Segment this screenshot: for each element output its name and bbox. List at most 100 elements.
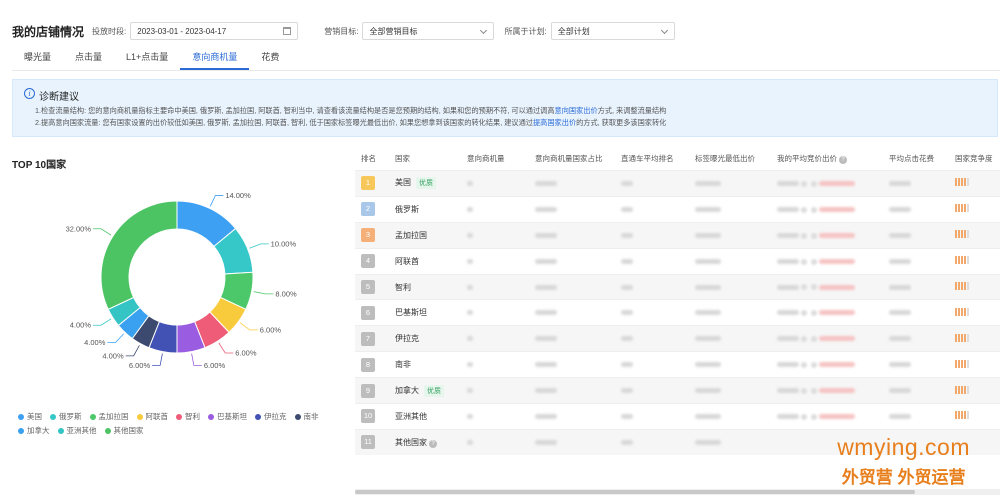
- legend-dot-icon: [57, 427, 64, 434]
- redacted-value: [695, 258, 721, 264]
- redacted-value: [621, 388, 633, 394]
- plan-select[interactable]: 全部计划: [550, 22, 675, 40]
- my-bid-cell: [777, 179, 889, 188]
- intent-country-bid-link[interactable]: 意向国家出价: [555, 106, 598, 115]
- alert-text: 方式, 来调整流量结构: [597, 106, 667, 115]
- competition-bars-icon: [955, 178, 970, 187]
- tab-spend[interactable]: 花费: [249, 46, 291, 70]
- edit-icon[interactable]: [801, 310, 807, 317]
- legend-item[interactable]: 美国: [18, 412, 42, 421]
- redacted-value: [621, 439, 633, 445]
- table-row[interactable]: 2 俄罗斯: [355, 195, 1000, 222]
- info-icon: [811, 413, 817, 420]
- goal-select[interactable]: 全部营销目标: [362, 22, 495, 40]
- country-table: 排名 国家 意向商机量 意向商机量国家占比 直通车平均排名 标签曝光最低出价 我…: [355, 146, 1000, 455]
- table-row[interactable]: 10 亚洲其他: [355, 403, 1000, 429]
- rank-cell: 8: [355, 357, 395, 372]
- tab-exposure[interactable]: 曝光量: [12, 46, 63, 70]
- legend-item[interactable]: 南非: [294, 412, 319, 421]
- legend-item[interactable]: 孟加拉国: [89, 412, 129, 421]
- legend-label: 其他国家: [113, 426, 144, 435]
- label-leader-line: [93, 228, 112, 236]
- edit-icon[interactable]: [801, 336, 807, 343]
- edit-icon[interactable]: [801, 258, 807, 265]
- edit-icon[interactable]: [801, 387, 807, 394]
- leads-cell: [467, 205, 535, 214]
- redacted-value: [819, 284, 855, 290]
- redacted-value: [535, 310, 557, 316]
- competition-bar: [958, 256, 960, 265]
- redacted-value: [819, 206, 855, 212]
- redacted-value: [621, 258, 633, 264]
- redacted-value: [695, 180, 721, 186]
- redacted-value: [889, 180, 911, 186]
- edit-icon[interactable]: [801, 413, 807, 420]
- table-row[interactable]: 7 伊拉克: [355, 325, 1000, 352]
- legend-dot-icon: [255, 413, 261, 420]
- redacted-value: [535, 206, 557, 212]
- raise-country-bid-link[interactable]: 提高国家出价: [533, 118, 576, 127]
- min-bid-cell: [695, 334, 777, 343]
- min-bid-cell: [695, 179, 777, 188]
- redacted-value: [467, 232, 473, 238]
- legend-item[interactable]: 阿联酋: [136, 412, 168, 421]
- date-range-picker[interactable]: 2023-03-01 - 2023-04-17: [130, 22, 299, 40]
- table-row[interactable]: 9 加拿大 优质: [355, 377, 1000, 404]
- slice-label: 4.00%: [102, 351, 124, 360]
- min-bid-cell: [695, 386, 777, 395]
- redacted-value: [889, 413, 911, 419]
- legend-item[interactable]: 伊拉克: [255, 412, 287, 421]
- legend-item[interactable]: 智利: [176, 412, 200, 421]
- legend-item[interactable]: 俄罗斯: [50, 412, 82, 421]
- donut-slice-11[interactable]: [100, 200, 178, 311]
- header-rank: 排名: [361, 153, 376, 163]
- chart-legend: 美国 俄罗斯 孟加拉国 阿联酋 智利 巴基斯坦 伊拉克 南非加拿大 亚洲其他 其他国家: [18, 412, 358, 440]
- avg-rank-cell: [621, 205, 695, 214]
- redacted-value: [695, 388, 721, 394]
- tab-l1-clicks[interactable]: L1+点击量: [114, 46, 180, 70]
- country-cell: 孟加拉国: [395, 230, 467, 241]
- info-icon: [811, 284, 817, 291]
- horizontal-scrollbar[interactable]: [355, 489, 1000, 495]
- table-row[interactable]: 3 孟加拉国: [355, 221, 1000, 248]
- edit-icon[interactable]: [801, 284, 807, 291]
- legend-item[interactable]: 亚洲其他: [57, 426, 97, 435]
- competition-bar: [964, 385, 966, 394]
- alert-text: 2.提高意向国家流量: 您有国家设置的出价较低如美国, 俄罗斯, 孟加拉国, 阿…: [35, 118, 533, 127]
- edit-icon[interactable]: [801, 180, 807, 187]
- competition-bar: [958, 204, 960, 213]
- table-row[interactable]: 6 巴基斯坦: [355, 299, 1000, 325]
- table-row[interactable]: 4 阿联酋: [355, 247, 1000, 274]
- header-min-bid: 标签曝光最低出价: [695, 153, 755, 163]
- table-row[interactable]: 5 智利: [355, 273, 1000, 300]
- redacted-value: [819, 310, 855, 316]
- share-cell: [535, 179, 621, 188]
- competition-bar: [955, 256, 957, 265]
- help-icon[interactable]: ?: [839, 155, 847, 164]
- tab-intent-leads[interactable]: 意向商机量: [180, 46, 250, 70]
- competition-bars-icon: [955, 230, 970, 239]
- tab-clicks[interactable]: 点击量: [63, 46, 114, 70]
- redacted-value: [819, 388, 855, 394]
- rank-cell: 1: [355, 176, 395, 191]
- header-leads: 意向商机量: [467, 153, 505, 163]
- help-icon[interactable]: ?: [429, 439, 437, 448]
- edit-icon[interactable]: [801, 232, 807, 239]
- slice-label: 6.00%: [129, 361, 151, 370]
- table-row[interactable]: 8 南非: [355, 351, 1000, 377]
- redacted-value: [777, 232, 799, 238]
- rank-badge: 6: [361, 305, 375, 320]
- rank-cell: 3: [355, 228, 395, 243]
- table-header: 排名 国家 意向商机量 意向商机量国家占比 直通车平均排名 标签曝光最低出价 我…: [355, 146, 1000, 170]
- legend-dot-icon: [104, 427, 111, 434]
- scrollbar-thumb[interactable]: [355, 490, 915, 494]
- plan-label: 所属于计划:: [504, 26, 547, 36]
- legend-item[interactable]: 加拿大: [18, 426, 50, 435]
- table-row[interactable]: 1 美国 优质: [355, 170, 1000, 196]
- edit-icon[interactable]: [801, 206, 807, 213]
- legend-item[interactable]: 巴基斯坦: [208, 412, 247, 421]
- redacted-value: [621, 310, 633, 316]
- legend-item[interactable]: 其他国家: [104, 426, 144, 435]
- country-name: 俄罗斯: [395, 204, 419, 214]
- edit-icon[interactable]: [801, 362, 807, 369]
